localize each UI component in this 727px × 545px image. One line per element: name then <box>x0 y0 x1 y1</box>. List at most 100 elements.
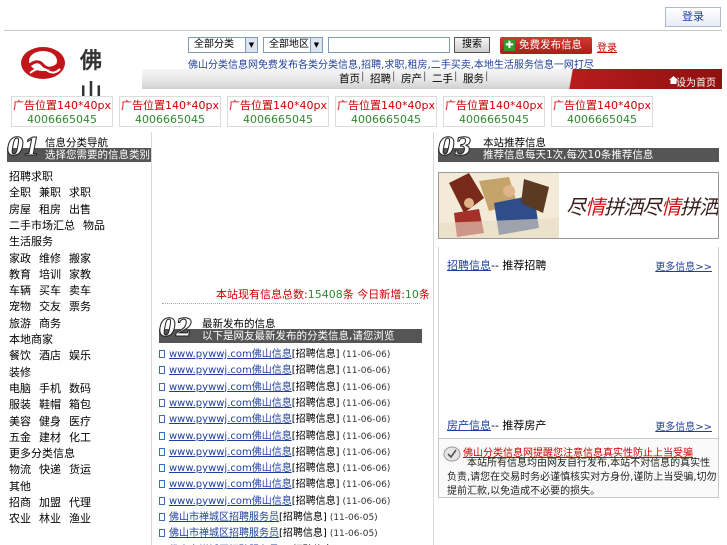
category-link[interactable]: 物品 <box>83 217 105 233</box>
category-link[interactable]: 租房 <box>39 201 61 217</box>
category-link[interactable]: 二手市场汇总 <box>9 217 75 233</box>
category-link[interactable]: 票务 <box>69 298 91 314</box>
category-link[interactable]: 餐饮 <box>9 347 31 363</box>
category-link[interactable]: 化工 <box>69 429 91 445</box>
ad-slot[interactable]: 广告位置140*40px 4006665045 <box>119 96 221 127</box>
category-link[interactable]: 出售 <box>69 201 91 217</box>
category-link[interactable]: 家政 <box>9 250 31 266</box>
list-item-link[interactable]: www.pywwj.com佛山信息 <box>169 398 292 409</box>
category-link[interactable]: 医疗 <box>69 413 91 429</box>
list-item-link[interactable]: www.pywwj.com佛山信息 <box>169 414 292 425</box>
list-item-link[interactable]: www.pywwj.com佛山信息 <box>169 496 292 507</box>
ad-slot[interactable]: 广告位置140*40px 4006665045 <box>443 96 545 127</box>
ad-slot[interactable]: 广告位置140*40px 4006665045 <box>551 96 653 127</box>
category-link[interactable]: 物流 <box>9 461 31 477</box>
ad-slot[interactable]: 广告位置140*40px 4006665045 <box>11 96 113 127</box>
category-link[interactable]: 美容 <box>9 413 31 429</box>
search-input[interactable] <box>328 37 450 53</box>
list-item-tag[interactable]: [招聘信息] <box>292 496 340 507</box>
category-link[interactable]: 其他 <box>9 478 31 494</box>
search-button[interactable]: 搜索 <box>454 37 490 53</box>
category-link[interactable]: 车辆 <box>9 282 31 298</box>
list-item-tag[interactable]: [招聘信息] <box>292 431 340 442</box>
nav-item-secondhand[interactable]: 二手 <box>432 71 453 86</box>
login-link[interactable]: 登录 <box>597 39 617 54</box>
list-item-tag[interactable]: [招聘信息] <box>279 528 327 539</box>
category-link[interactable]: 农业 <box>9 510 31 526</box>
category-link[interactable]: 搬家 <box>69 250 91 266</box>
ad-slot[interactable]: 广告位置140*40px 4006665045 <box>227 96 329 127</box>
ad-slot[interactable]: 广告位置140*40px 4006665045 <box>335 96 437 127</box>
category-link[interactable]: 教育 <box>9 266 31 282</box>
category-link[interactable]: 交友 <box>39 298 61 314</box>
list-item-link[interactable]: www.pywwj.com佛山信息 <box>169 447 292 458</box>
list-item-tag[interactable]: [招聘信息] <box>292 463 340 474</box>
info-link-housing[interactable]: 房产信息 <box>447 419 491 432</box>
category-link[interactable]: 旅游 <box>9 315 31 331</box>
category-link[interactable]: 五金 <box>9 429 31 445</box>
list-item-link[interactable]: www.pywwj.com佛山信息 <box>169 479 292 490</box>
category-link[interactable]: 装修 <box>9 364 31 380</box>
category-link[interactable]: 宠物 <box>9 298 31 314</box>
list-item-link[interactable]: www.pywwj.com佛山信息 <box>169 365 292 376</box>
category-link[interactable]: 求职 <box>69 184 91 200</box>
list-item-link[interactable]: www.pywwj.com佛山信息 <box>169 382 292 393</box>
set-homepage-link[interactable]: 设为首页 <box>676 74 716 89</box>
category-link[interactable]: 快递 <box>39 461 61 477</box>
nav-item-jobs[interactable]: 招聘 <box>370 71 391 86</box>
category-link[interactable]: 代理 <box>69 494 91 510</box>
category-link[interactable]: 兼职 <box>39 184 61 200</box>
list-item-tag[interactable]: [招聘信息] <box>292 349 340 360</box>
category-link[interactable]: 健身 <box>39 413 61 429</box>
list-item-tag[interactable]: [招聘信息] <box>292 447 340 458</box>
top-login-link[interactable]: 登录 <box>665 7 721 27</box>
category-link[interactable]: 全职 <box>9 184 31 200</box>
list-item-link[interactable]: www.pywwj.com佛山信息 <box>169 463 292 474</box>
list-item-link[interactable]: www.pywwj.com佛山信息 <box>169 349 292 360</box>
category-link[interactable]: 货运 <box>69 461 91 477</box>
category-link[interactable]: 手机 <box>39 380 61 396</box>
list-item-tag[interactable]: [招聘信息] <box>292 365 340 376</box>
category-link[interactable]: 商务 <box>39 315 61 331</box>
list-item-tag[interactable]: [招聘信息] <box>292 382 340 393</box>
category-link[interactable]: 本地商家 <box>9 331 53 347</box>
category-link[interactable]: 更多分类信息 <box>9 445 75 461</box>
category-link[interactable]: 电脑 <box>9 380 31 396</box>
category-link[interactable]: 箱包 <box>69 396 91 412</box>
nav-item-services[interactable]: 服务 <box>463 71 484 86</box>
nav-item-housing[interactable]: 房产 <box>401 71 422 86</box>
category-link[interactable]: 卖车 <box>69 282 91 298</box>
category-link[interactable]: 招商 <box>9 494 31 510</box>
category-link[interactable]: 家教 <box>69 266 91 282</box>
category-link[interactable]: 生活服务 <box>9 233 53 249</box>
list-item-tag[interactable]: [招聘信息] <box>279 512 327 523</box>
category-link[interactable]: 招聘求职 <box>9 168 53 184</box>
category-link[interactable]: 房屋 <box>9 201 31 217</box>
category-link[interactable]: 鞋帽 <box>39 396 61 412</box>
info-link-jobs[interactable]: 招聘信息 <box>447 259 491 272</box>
category-link[interactable]: 数码 <box>69 380 91 396</box>
category-link[interactable]: 服装 <box>9 396 31 412</box>
category-link[interactable]: 渔业 <box>69 510 91 526</box>
area-select[interactable]: 全部地区 ▼ <box>263 37 323 53</box>
nav-item-home[interactable]: 首页 <box>339 71 360 86</box>
category-link[interactable]: 酒店 <box>39 347 61 363</box>
more-link-jobs[interactable]: 更多信息>> <box>655 258 712 273</box>
category-link[interactable]: 买车 <box>39 282 61 298</box>
list-item-tag[interactable]: [招聘信息] <box>292 398 340 409</box>
category-link[interactable]: 加盟 <box>39 494 61 510</box>
list-item-link[interactable]: 佛山市禅城区招聘服务员 <box>169 512 279 523</box>
category-link[interactable]: 林业 <box>39 510 61 526</box>
promo-banner[interactable]: 尽情拼洒尽情拼洒 <box>438 172 719 239</box>
more-link-housing[interactable]: 更多信息>> <box>655 418 712 433</box>
list-item-tag[interactable]: [招聘信息] <box>292 414 340 425</box>
list-item-tag[interactable]: [招聘信息] <box>292 479 340 490</box>
list-item-link[interactable]: www.pywwj.com佛山信息 <box>169 431 292 442</box>
list-item-link[interactable]: 佛山市禅城区招聘服务员 <box>169 528 279 539</box>
category-select[interactable]: 全部分类 ▼ <box>188 37 258 53</box>
category-link[interactable]: 娱乐 <box>69 347 91 363</box>
category-link[interactable]: 建材 <box>39 429 61 445</box>
publish-button[interactable]: ✚ 免费发布信息 <box>500 37 592 54</box>
category-link[interactable]: 维修 <box>39 250 61 266</box>
category-link[interactable]: 培训 <box>39 266 61 282</box>
